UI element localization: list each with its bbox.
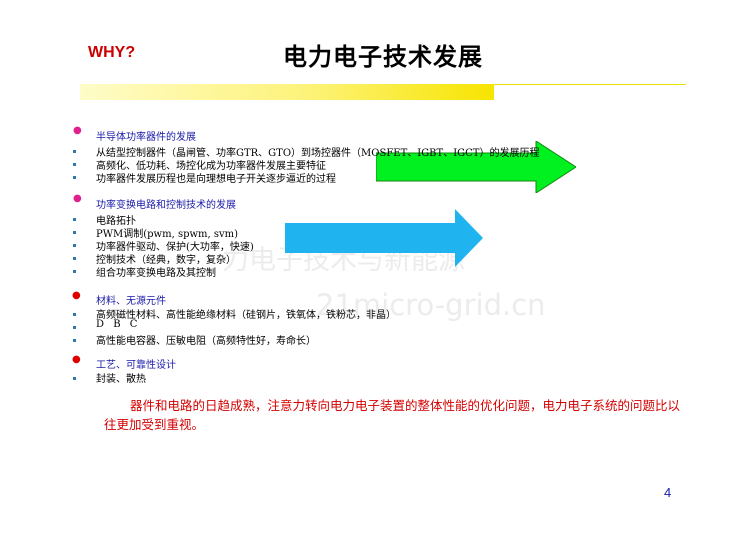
why-label: WHY? — [88, 44, 136, 61]
slide: WHY? 电力电子技术发展 力电子技术与新能源 21micro-grid.cn … — [0, 0, 755, 540]
item-bullet — [73, 176, 76, 179]
list-item: 功率器件发展历程也是向理想电子开关逐步逼近的过程 — [96, 174, 336, 185]
item-bullet — [73, 218, 76, 221]
section-heading-devices: 半导体功率器件的发展 — [96, 132, 196, 143]
list-item: D B C — [96, 319, 141, 330]
summary-note: 器件和电路的日趋成熟，注意力转向电力电子装置的整体性能的优化问题，电力电子系统的… — [104, 398, 681, 432]
title-underline-bar — [80, 84, 494, 100]
title-underline-line — [494, 84, 686, 85]
item-bullet — [73, 377, 76, 380]
item-bullet — [73, 326, 76, 329]
slide-title: 电力电子技术发展 — [283, 43, 483, 71]
list-item: 高频磁性材料、高性能绝缘材料（硅钢片，铁氧体，铁粉芯，非晶） — [96, 310, 396, 321]
list-item: 高性能电容器、压敏电阻（高频特性好，寿命长） — [96, 336, 316, 347]
list-item: 组合功率变换电路及其控制 — [96, 268, 216, 279]
item-bullet — [73, 257, 76, 260]
section-bullet: ● — [73, 193, 82, 204]
item-bullet — [73, 313, 76, 316]
page-number: 4 — [664, 485, 672, 500]
section-heading-materials: 材料、无源元件 — [96, 296, 166, 307]
item-bullet — [73, 163, 76, 166]
section-heading-conversion: 功率变换电路和控制技术的发展 — [96, 200, 236, 211]
item-bullet — [73, 231, 76, 234]
section-bullet: ● — [73, 125, 82, 136]
list-item: 封装、散热 — [96, 374, 146, 385]
item-bullet — [73, 244, 76, 247]
section-bullet: ● — [72, 354, 81, 365]
blue-arrow-icon — [285, 209, 483, 267]
section-bullet: ● — [72, 290, 81, 301]
section-heading-process: 工艺、可靠性设计 — [96, 360, 176, 371]
item-bullet — [73, 150, 76, 153]
item-bullet — [73, 339, 76, 342]
item-bullet — [73, 270, 76, 273]
